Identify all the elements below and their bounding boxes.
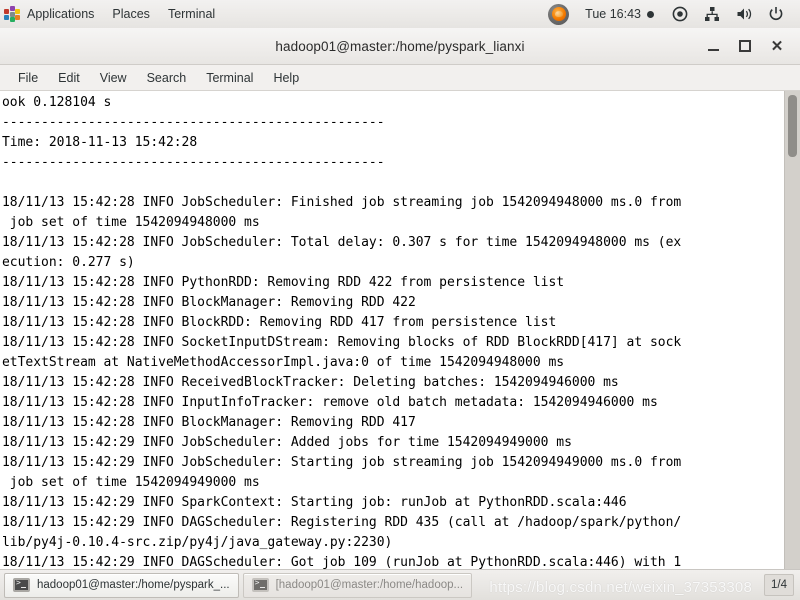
menu-item-view-label: View <box>99 70 127 85</box>
menu-item-file-label: File <box>18 70 39 85</box>
taskbar-button-active[interactable]: hadoop01@master:/home/pyspark_... <box>4 572 239 598</box>
menu-item-terminal[interactable]: Terminal <box>196 65 263 90</box>
window-controls: ✕ <box>694 28 790 64</box>
terminal-line: 18/11/13 15:42:28 INFO JobScheduler: Tot… <box>2 235 682 250</box>
power-icon[interactable] <box>765 3 787 25</box>
menu-item-help-label: Help <box>273 70 300 85</box>
clock[interactable]: Tue 16:43 <box>575 7 664 21</box>
terminal-line: ook 0.128104 s <box>2 95 112 110</box>
terminal-line: Time: 2018-11-13 15:42:28 <box>2 135 198 150</box>
top-panel-tray: Tue 16:43 <box>542 0 800 28</box>
menu-item-file[interactable]: File <box>8 65 48 90</box>
menu-item-help[interactable]: Help <box>263 65 309 90</box>
top-panel-menus: Applications Places Terminal <box>0 0 224 28</box>
terminal-icon <box>13 578 30 592</box>
menu-item-search-label: Search <box>146 70 187 85</box>
terminal-line: 18/11/13 15:42:28 INFO BlockManager: Rem… <box>2 295 416 310</box>
window-titlebar[interactable]: hadoop01@master:/home/pyspark_lianxi ✕ <box>0 28 800 65</box>
taskbar: hadoop01@master:/home/pyspark_... [hadoo… <box>0 569 800 600</box>
applications-menu-label: Applications <box>27 7 95 21</box>
terminal-line: 18/11/13 15:42:28 INFO SocketInputDStrea… <box>2 335 682 350</box>
terminal-scrollbar[interactable] <box>784 91 800 569</box>
terminal-line: 18/11/13 15:42:28 INFO JobScheduler: Fin… <box>2 195 682 210</box>
close-icon: ✕ <box>770 37 784 55</box>
close-button[interactable]: ✕ <box>764 33 790 59</box>
terminal-line: 18/11/13 15:42:28 INFO BlockRDD: Removin… <box>2 315 557 330</box>
terminal-line: 18/11/13 15:42:29 INFO DAGScheduler: Reg… <box>2 515 682 530</box>
firefox-icon[interactable] <box>548 3 570 25</box>
applications-menu[interactable]: Applications <box>0 0 103 28</box>
menu-item-edit[interactable]: Edit <box>48 65 90 90</box>
taskbar-button-inactive[interactable]: [hadoop01@master:/home/hadoop... <box>242 572 473 598</box>
terminal-area: ook 0.128104 s --------------------------… <box>0 91 800 569</box>
maximize-icon <box>739 40 751 52</box>
terminal-line: ----------------------------------------… <box>2 115 385 130</box>
terminal-line: 18/11/13 15:42:28 INFO ReceivedBlockTrac… <box>2 375 619 390</box>
network-icon[interactable] <box>701 3 723 25</box>
terminal-line: ----------------------------------------… <box>2 155 385 170</box>
terminal-menu-label: Terminal <box>167 7 216 21</box>
terminal-output[interactable]: ook 0.128104 s --------------------------… <box>0 91 784 569</box>
terminal-line: lib/py4j-0.10.4-src.zip/py4j/java_gatewa… <box>2 535 393 550</box>
terminal-line: 18/11/13 15:42:29 INFO JobScheduler: Add… <box>2 435 572 450</box>
workspace-pager[interactable]: 1/4 <box>764 574 794 596</box>
terminal-line: 18/11/13 15:42:28 INFO PythonRDD: Removi… <box>2 275 565 290</box>
taskbar-button-active-label: hadoop01@master:/home/pyspark_... <box>37 579 230 591</box>
terminal-window: hadoop01@master:/home/pyspark_lianxi ✕ F… <box>0 28 800 569</box>
terminal-line: 18/11/13 15:42:28 INFO InputInfoTracker:… <box>2 395 658 410</box>
menu-item-terminal-label: Terminal <box>206 70 254 85</box>
maximize-button[interactable] <box>732 33 758 59</box>
volume-icon[interactable] <box>733 3 755 25</box>
workspace-pager-label: 1/4 <box>771 579 787 591</box>
minimize-button[interactable] <box>700 33 726 59</box>
applications-icon <box>4 6 20 22</box>
window-title: hadoop01@master:/home/pyspark_lianxi <box>275 38 525 54</box>
places-menu[interactable]: Places <box>103 0 159 28</box>
terminal-line: job set of time 1542094948000 ms <box>2 215 260 230</box>
location-icon[interactable] <box>669 3 691 25</box>
terminal-line: etTextStream at NativeMethodAccessorImpl… <box>2 355 565 370</box>
terminal-icon <box>251 578 269 592</box>
notification-dot-icon <box>647 10 654 18</box>
menu-item-search[interactable]: Search <box>137 65 197 90</box>
desktop-screen: Applications Places Terminal Tue 16:43 h… <box>0 0 800 600</box>
minimize-icon <box>707 48 719 51</box>
terminal-line: 18/11/13 15:42:29 INFO SparkContext: Sta… <box>2 495 627 510</box>
terminal-line: 18/11/13 15:42:29 INFO JobScheduler: Sta… <box>2 455 682 470</box>
terminal-line: ecution: 0.277 s) <box>2 255 135 270</box>
menu-item-view[interactable]: View <box>90 65 137 90</box>
clock-label: Tue 16:43 <box>585 7 641 21</box>
taskbar-button-inactive-label: [hadoop01@master:/home/hadoop... <box>275 579 464 591</box>
terminal-line: job set of time 1542094949000 ms <box>2 475 260 490</box>
top-panel: Applications Places Terminal Tue 16:43 <box>0 0 800 29</box>
terminal-line: 18/11/13 15:42:28 INFO BlockManager: Rem… <box>2 415 416 430</box>
places-menu-label: Places <box>112 7 150 21</box>
menu-bar: File Edit View Search Terminal Help <box>0 65 800 91</box>
scrollbar-thumb[interactable] <box>788 95 797 157</box>
terminal-menu[interactable]: Terminal <box>159 0 224 28</box>
menu-item-edit-label: Edit <box>58 70 80 85</box>
terminal-line: 18/11/13 15:42:29 INFO DAGScheduler: Got… <box>2 555 682 569</box>
